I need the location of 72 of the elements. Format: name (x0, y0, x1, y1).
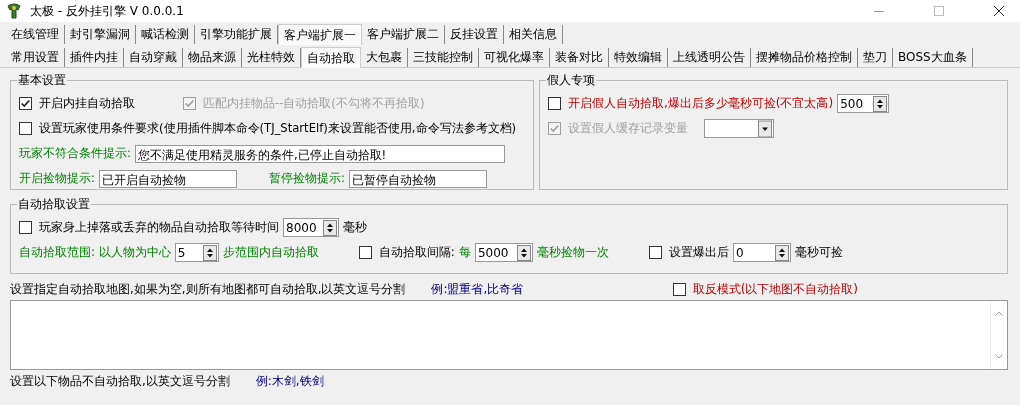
field-label: 毫秒捡物一次 (536, 244, 609, 261)
window-title: 太极 - 反外挂引擎 V 0.0.0.1 (30, 2, 184, 20)
tab[interactable]: 垫刀 (858, 48, 893, 67)
tab[interactable]: 特效编辑 (609, 48, 668, 67)
checkbox-label: 取反模式(以下地图不自动拾取) (692, 280, 858, 298)
tab[interactable]: 客户端扩展一 (278, 24, 362, 45)
tab[interactable]: 在线管理 (6, 25, 65, 44)
up-down-arrows-icon[interactable] (323, 219, 337, 236)
checkbox-label: 开启假人自动拾取,爆出后多少毫秒可捡(不宜太高) (568, 95, 834, 112)
spin-field[interactable]: 500 (837, 94, 890, 113)
checkbox-label: 设置玩家使用条件要求(使用插件脚本命令(TJ_StartElf)来设置能否使用,命令写法参考文档) (39, 121, 517, 136)
checkbox[interactable] (358, 246, 372, 259)
checkbox[interactable] (548, 97, 561, 110)
tab[interactable]: 插件内挂 (65, 48, 124, 67)
checkbox[interactable] (648, 246, 662, 259)
checkbox[interactable] (19, 221, 32, 234)
dropdown-arrow-icon[interactable] (758, 120, 772, 137)
text-field[interactable]: 您不满足使用精灵服务的条件,已停止自动拾取! (134, 144, 505, 163)
tab[interactable]: 上线透明公告 (668, 48, 751, 67)
field-label: 开启捡物提示: (19, 171, 95, 186)
spin-field[interactable]: 0 (732, 243, 791, 262)
field-label: 每 (458, 244, 471, 261)
group-title: 基本设置 (17, 72, 67, 89)
checkbox-label: 开启内挂自动拾取 (39, 96, 135, 111)
tab[interactable]: 三技能控制 (408, 48, 479, 67)
section-label: 设置以下物品不自动拾取,以英文逗号分割 (10, 372, 230, 390)
chevron-up-icon[interactable] (995, 311, 1003, 316)
checkbox-label: 匹配内挂物品--自动拾取(不勾将不再拾取) (203, 96, 425, 111)
tab[interactable]: 喊话检测 (136, 25, 195, 44)
tab[interactable]: 封引擎漏洞 (65, 25, 136, 44)
tab[interactable]: 反挂设置 (445, 25, 504, 44)
checkbox-label: 玩家身上掉落或丢弃的物品自动拾取等待时间 (39, 219, 279, 236)
checkbox-label: 自动拾取间隔: (378, 244, 455, 261)
up-down-arrows-icon[interactable] (774, 244, 789, 261)
example-text: 例:木剑,铁剑 (255, 372, 324, 390)
tab[interactable]: 装备对比 (550, 48, 609, 67)
group-title: 假人专项 (546, 72, 596, 89)
text-field[interactable]: 已暂停自动捡物 (348, 169, 487, 188)
text-field[interactable]: 已开启自动捡物 (98, 169, 237, 188)
tab[interactable]: 大包裹 (361, 48, 408, 67)
up-down-arrows-icon[interactable] (516, 244, 531, 261)
tab[interactable]: 自动穿戴 (124, 48, 183, 67)
tab[interactable]: 摆摊物品价格控制 (751, 48, 858, 67)
tab[interactable]: BOSS大血条 (893, 48, 973, 67)
checkbox[interactable] (19, 122, 32, 135)
app-logo-icon (6, 3, 22, 19)
unit-label: 毫秒可捡 (794, 244, 843, 261)
field-label: 暂停捡物提示: (268, 171, 345, 186)
tab[interactable]: 物品来源 (183, 48, 242, 67)
checkbox[interactable] (19, 97, 32, 110)
section-label: 设置指定自动拾取地图,如果为空,则所有地图都可自动拾取,以英文逗号分割 (10, 280, 406, 298)
example-text: 例:盟重省,比奇省 (431, 280, 524, 298)
spin-field[interactable]: 5 (174, 243, 219, 262)
up-down-arrows-icon[interactable] (873, 95, 888, 112)
field-label: 自动拾取范围: 以人物为中心 (19, 244, 171, 261)
checkbox-label: 设置假人缓存记录变量 (568, 120, 688, 137)
chevron-down-icon[interactable] (995, 354, 1003, 359)
group-title: 自动拾取设置 (17, 196, 91, 213)
tab[interactable]: 自动拾取 (301, 47, 361, 68)
field-label: 玩家不符合条件提示: (19, 146, 131, 161)
up-down-arrows-icon[interactable] (202, 244, 217, 261)
tab[interactable]: 客户端扩展二 (362, 25, 445, 44)
tab[interactable]: 常用设置 (6, 48, 65, 67)
checkbox[interactable] (672, 282, 686, 296)
checkbox-label: 设置爆出后 (668, 244, 729, 261)
close-icon[interactable] (994, 6, 1004, 16)
tab[interactable]: 相关信息 (504, 25, 563, 44)
spin-field[interactable]: 5000 (474, 243, 533, 262)
tab[interactable]: 可视化爆率 (479, 48, 550, 67)
unit-label: 毫秒 (343, 219, 367, 236)
field-label: 步范围内自动拾取 (222, 244, 319, 261)
spin-field[interactable]: 8000 (283, 218, 339, 237)
